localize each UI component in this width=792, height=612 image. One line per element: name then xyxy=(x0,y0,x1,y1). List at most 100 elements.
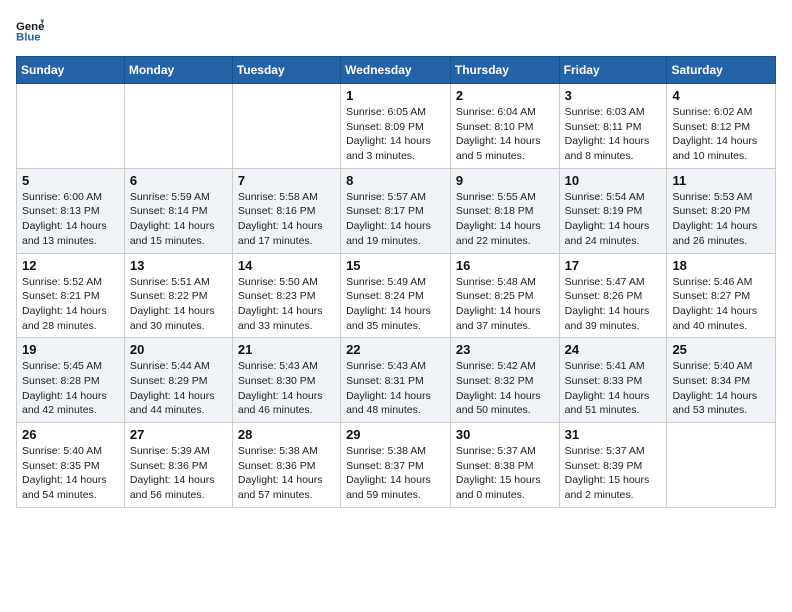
calendar-week-row: 26Sunrise: 5:40 AM Sunset: 8:35 PM Dayli… xyxy=(17,423,776,508)
day-number: 13 xyxy=(130,258,227,273)
day-info: Sunrise: 5:38 AM Sunset: 8:37 PM Dayligh… xyxy=(346,444,445,503)
calendar-day-cell: 13 Sunrise: 5:51 AM Sunset: 8:22 PM Dayli… xyxy=(124,253,232,338)
calendar-day-cell: 2 Sunrise: 6:04 AM Sunset: 8:10 PM Daylig… xyxy=(450,84,559,169)
day-number: 19 xyxy=(22,342,119,357)
calendar-day-cell: 24 Sunrise: 5:41 AM Sunset: 8:33 PM Dayli… xyxy=(559,338,667,423)
calendar-day-cell: 25Sunrise: 5:40 AM Sunset: 8:34 PM Dayli… xyxy=(667,338,776,423)
calendar-day-cell: 10Sunrise: 5:54 AM Sunset: 8:19 PM Dayli… xyxy=(559,168,667,253)
calendar-day-cell: 11 Sunrise: 5:53 AM Sunset: 8:20 PM Dayli… xyxy=(667,168,776,253)
day-info: Sunrise: 5:39 AM Sunset: 8:36 PM Dayligh… xyxy=(130,444,227,503)
day-info: Sunrise: 5:48 AM Sunset: 8:25 PM Dayligh… xyxy=(456,275,554,334)
calendar-week-row: 19 Sunrise: 5:45 AM Sunset: 8:28 PM Dayli… xyxy=(17,338,776,423)
weekday-header-cell: Friday xyxy=(559,57,667,84)
calendar-day-cell: 30 Sunrise: 5:37 AM Sunset: 8:38 PM Dayli… xyxy=(450,423,559,508)
day-number: 16 xyxy=(456,258,554,273)
calendar-day-cell: 20 Sunrise: 5:44 AM Sunset: 8:29 PM Dayli… xyxy=(124,338,232,423)
day-number: 22 xyxy=(346,342,445,357)
day-number: 2 xyxy=(456,88,554,103)
calendar-body: 1Sunrise: 6:05 AM Sunset: 8:09 PM Daylig… xyxy=(17,84,776,508)
calendar-week-row: 12Sunrise: 5:52 AM Sunset: 8:21 PM Dayli… xyxy=(17,253,776,338)
day-info: Sunrise: 6:03 AM Sunset: 8:11 PM Dayligh… xyxy=(565,105,662,164)
day-number: 11 xyxy=(672,173,770,188)
day-number: 31 xyxy=(565,427,662,442)
day-info: Sunrise: 5:51 AM Sunset: 8:22 PM Dayligh… xyxy=(130,275,227,334)
calendar-day-cell: 14Sunrise: 5:50 AM Sunset: 8:23 PM Dayli… xyxy=(232,253,340,338)
day-info: Sunrise: 5:49 AM Sunset: 8:24 PM Dayligh… xyxy=(346,275,445,334)
weekday-header-cell: Thursday xyxy=(450,57,559,84)
calendar-day-cell: 28Sunrise: 5:38 AM Sunset: 8:36 PM Dayli… xyxy=(232,423,340,508)
calendar-day-cell: 29 Sunrise: 5:38 AM Sunset: 8:37 PM Dayli… xyxy=(341,423,451,508)
weekday-header-cell: Monday xyxy=(124,57,232,84)
calendar-day-cell: 31 Sunrise: 5:37 AM Sunset: 8:39 PM Dayli… xyxy=(559,423,667,508)
day-info: Sunrise: 5:43 AM Sunset: 8:30 PM Dayligh… xyxy=(238,359,335,418)
day-info: Sunrise: 5:42 AM Sunset: 8:32 PM Dayligh… xyxy=(456,359,554,418)
calendar-day-cell: 27 Sunrise: 5:39 AM Sunset: 8:36 PM Dayli… xyxy=(124,423,232,508)
day-number: 6 xyxy=(130,173,227,188)
calendar-day-cell: 6 Sunrise: 5:59 AM Sunset: 8:14 PM Daylig… xyxy=(124,168,232,253)
day-info: Sunrise: 5:55 AM Sunset: 8:18 PM Dayligh… xyxy=(456,190,554,249)
day-number: 14 xyxy=(238,258,335,273)
day-number: 4 xyxy=(672,88,770,103)
calendar-week-row: 5Sunrise: 6:00 AM Sunset: 8:13 PM Daylig… xyxy=(17,168,776,253)
calendar-day-cell: 5Sunrise: 6:00 AM Sunset: 8:13 PM Daylig… xyxy=(17,168,125,253)
day-info: Sunrise: 5:45 AM Sunset: 8:28 PM Dayligh… xyxy=(22,359,119,418)
day-number: 28 xyxy=(238,427,335,442)
calendar-day-cell: 8Sunrise: 5:57 AM Sunset: 8:17 PM Daylig… xyxy=(341,168,451,253)
day-number: 12 xyxy=(22,258,119,273)
day-number: 8 xyxy=(346,173,445,188)
day-number: 5 xyxy=(22,173,119,188)
day-info: Sunrise: 5:37 AM Sunset: 8:39 PM Dayligh… xyxy=(565,444,662,503)
day-info: Sunrise: 5:59 AM Sunset: 8:14 PM Dayligh… xyxy=(130,190,227,249)
day-info: Sunrise: 5:44 AM Sunset: 8:29 PM Dayligh… xyxy=(130,359,227,418)
day-info: Sunrise: 5:43 AM Sunset: 8:31 PM Dayligh… xyxy=(346,359,445,418)
calendar-day-cell xyxy=(124,84,232,169)
day-info: Sunrise: 5:47 AM Sunset: 8:26 PM Dayligh… xyxy=(565,275,662,334)
weekday-header-row: SundayMondayTuesdayWednesdayThursdayFrid… xyxy=(17,57,776,84)
calendar-day-cell: 22 Sunrise: 5:43 AM Sunset: 8:31 PM Dayli… xyxy=(341,338,451,423)
day-info: Sunrise: 6:04 AM Sunset: 8:10 PM Dayligh… xyxy=(456,105,554,164)
calendar-day-cell: 4 Sunrise: 6:02 AM Sunset: 8:12 PM Daylig… xyxy=(667,84,776,169)
day-info: Sunrise: 5:53 AM Sunset: 8:20 PM Dayligh… xyxy=(672,190,770,249)
day-number: 15 xyxy=(346,258,445,273)
calendar-day-cell: 21 Sunrise: 5:43 AM Sunset: 8:30 PM Dayli… xyxy=(232,338,340,423)
day-number: 23 xyxy=(456,342,554,357)
day-info: Sunrise: 5:58 AM Sunset: 8:16 PM Dayligh… xyxy=(238,190,335,249)
day-number: 24 xyxy=(565,342,662,357)
weekday-header-cell: Sunday xyxy=(17,57,125,84)
day-number: 20 xyxy=(130,342,227,357)
day-info: Sunrise: 5:37 AM Sunset: 8:38 PM Dayligh… xyxy=(456,444,554,503)
day-info: Sunrise: 5:46 AM Sunset: 8:27 PM Dayligh… xyxy=(672,275,770,334)
calendar-day-cell: 1Sunrise: 6:05 AM Sunset: 8:09 PM Daylig… xyxy=(341,84,451,169)
calendar-day-cell: 12Sunrise: 5:52 AM Sunset: 8:21 PM Dayli… xyxy=(17,253,125,338)
calendar-day-cell: 23 Sunrise: 5:42 AM Sunset: 8:32 PM Dayli… xyxy=(450,338,559,423)
logo-icon: General Blue xyxy=(16,16,44,44)
page-header: General Blue xyxy=(16,16,776,44)
calendar-day-cell: 19 Sunrise: 5:45 AM Sunset: 8:28 PM Dayli… xyxy=(17,338,125,423)
day-info: Sunrise: 6:05 AM Sunset: 8:09 PM Dayligh… xyxy=(346,105,445,164)
calendar-day-cell: 3 Sunrise: 6:03 AM Sunset: 8:11 PM Daylig… xyxy=(559,84,667,169)
day-number: 9 xyxy=(456,173,554,188)
day-number: 21 xyxy=(238,342,335,357)
calendar-day-cell: 18Sunrise: 5:46 AM Sunset: 8:27 PM Dayli… xyxy=(667,253,776,338)
weekday-header-cell: Saturday xyxy=(667,57,776,84)
calendar-day-cell xyxy=(667,423,776,508)
day-number: 17 xyxy=(565,258,662,273)
calendar-day-cell xyxy=(17,84,125,169)
calendar-table: SundayMondayTuesdayWednesdayThursdayFrid… xyxy=(16,56,776,508)
calendar-week-row: 1Sunrise: 6:05 AM Sunset: 8:09 PM Daylig… xyxy=(17,84,776,169)
day-info: Sunrise: 6:02 AM Sunset: 8:12 PM Dayligh… xyxy=(672,105,770,164)
day-number: 29 xyxy=(346,427,445,442)
calendar-day-cell: 17 Sunrise: 5:47 AM Sunset: 8:26 PM Dayli… xyxy=(559,253,667,338)
calendar-day-cell: 15 Sunrise: 5:49 AM Sunset: 8:24 PM Dayli… xyxy=(341,253,451,338)
weekday-header-cell: Tuesday xyxy=(232,57,340,84)
day-info: Sunrise: 5:41 AM Sunset: 8:33 PM Dayligh… xyxy=(565,359,662,418)
calendar-day-cell xyxy=(232,84,340,169)
svg-text:Blue: Blue xyxy=(16,32,41,44)
calendar-day-cell: 9 Sunrise: 5:55 AM Sunset: 8:18 PM Daylig… xyxy=(450,168,559,253)
day-number: 27 xyxy=(130,427,227,442)
day-number: 3 xyxy=(565,88,662,103)
day-number: 25 xyxy=(672,342,770,357)
calendar-day-cell: 16 Sunrise: 5:48 AM Sunset: 8:25 PM Dayli… xyxy=(450,253,559,338)
day-info: Sunrise: 5:54 AM Sunset: 8:19 PM Dayligh… xyxy=(565,190,662,249)
day-number: 30 xyxy=(456,427,554,442)
